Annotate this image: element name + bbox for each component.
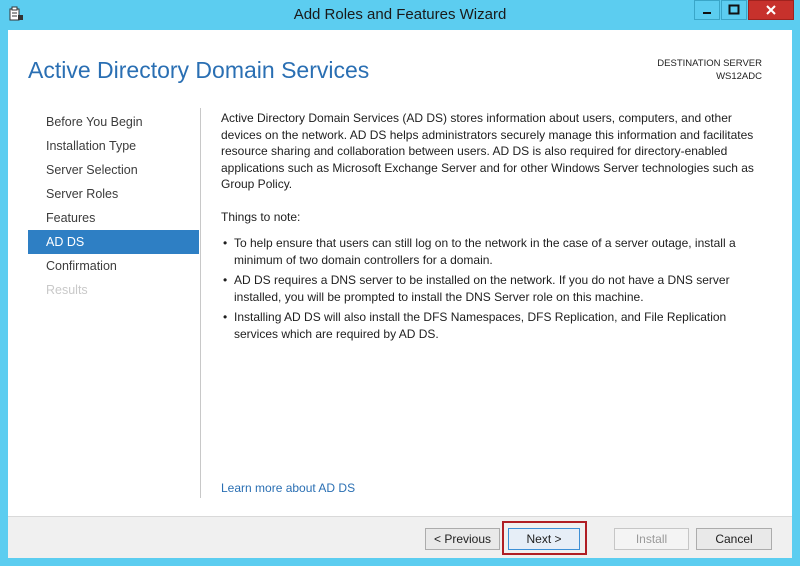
list-item: AD DS requires a DNS server to be instal… — [221, 272, 773, 305]
maximize-button[interactable] — [721, 0, 747, 20]
page-title: Active Directory Domain Services — [28, 57, 370, 83]
window-title: Add Roles and Features Wizard — [293, 6, 507, 23]
learn-more-link[interactable]: Learn more about AD DS — [221, 481, 355, 495]
previous-button[interactable]: < Previous — [425, 528, 500, 550]
nav-item-confirmation[interactable]: Confirmation — [28, 254, 199, 278]
minimize-icon — [703, 12, 711, 14]
wizard-nav: Before You Begin Installation Type Serve… — [28, 110, 199, 302]
install-button: Install — [614, 528, 689, 550]
intro-text: Active Directory Domain Services (AD DS)… — [221, 111, 754, 191]
close-button[interactable] — [748, 0, 794, 20]
wizard-window: Add Roles and Features Wizard Active Dir… — [0, 0, 800, 566]
list-item: Installing AD DS will also install the D… — [221, 309, 773, 342]
list-item: To help ensure that users can still log … — [221, 235, 773, 268]
nav-item-results: Results — [46, 283, 88, 297]
content-pane: Active Directory Domain Services (AD DS)… — [221, 110, 773, 346]
minimize-button[interactable] — [694, 0, 720, 20]
things-to-note-heading: Things to note: — [221, 209, 301, 224]
nav-item-before-you-begin[interactable]: Before You Begin — [28, 110, 199, 134]
title-bar[interactable]: Add Roles and Features Wizard — [0, 0, 800, 28]
destination-label: DESTINATION SERVER — [657, 58, 762, 69]
next-button[interactable]: Next > — [508, 528, 580, 550]
destination-server: DESTINATION SERVER WS12ADC — [657, 57, 762, 83]
notes-list: To help ensure that users can still log … — [221, 235, 773, 342]
destination-server-name: WS12ADC — [716, 71, 762, 82]
cancel-button[interactable]: Cancel — [696, 528, 772, 550]
button-bar: < Previous Next > Install Cancel — [8, 516, 792, 558]
nav-item-server-selection[interactable]: Server Selection — [28, 158, 199, 182]
nav-divider — [200, 108, 201, 498]
nav-item-features[interactable]: Features — [28, 206, 199, 230]
nav-item-ad-ds[interactable]: AD DS — [28, 230, 199, 254]
nav-item-installation-type[interactable]: Installation Type — [28, 134, 199, 158]
close-icon — [766, 5, 776, 15]
wizard-body: Active Directory Domain Services DESTINA… — [8, 30, 792, 558]
maximize-icon — [728, 4, 740, 15]
nav-item-server-roles[interactable]: Server Roles — [28, 182, 199, 206]
